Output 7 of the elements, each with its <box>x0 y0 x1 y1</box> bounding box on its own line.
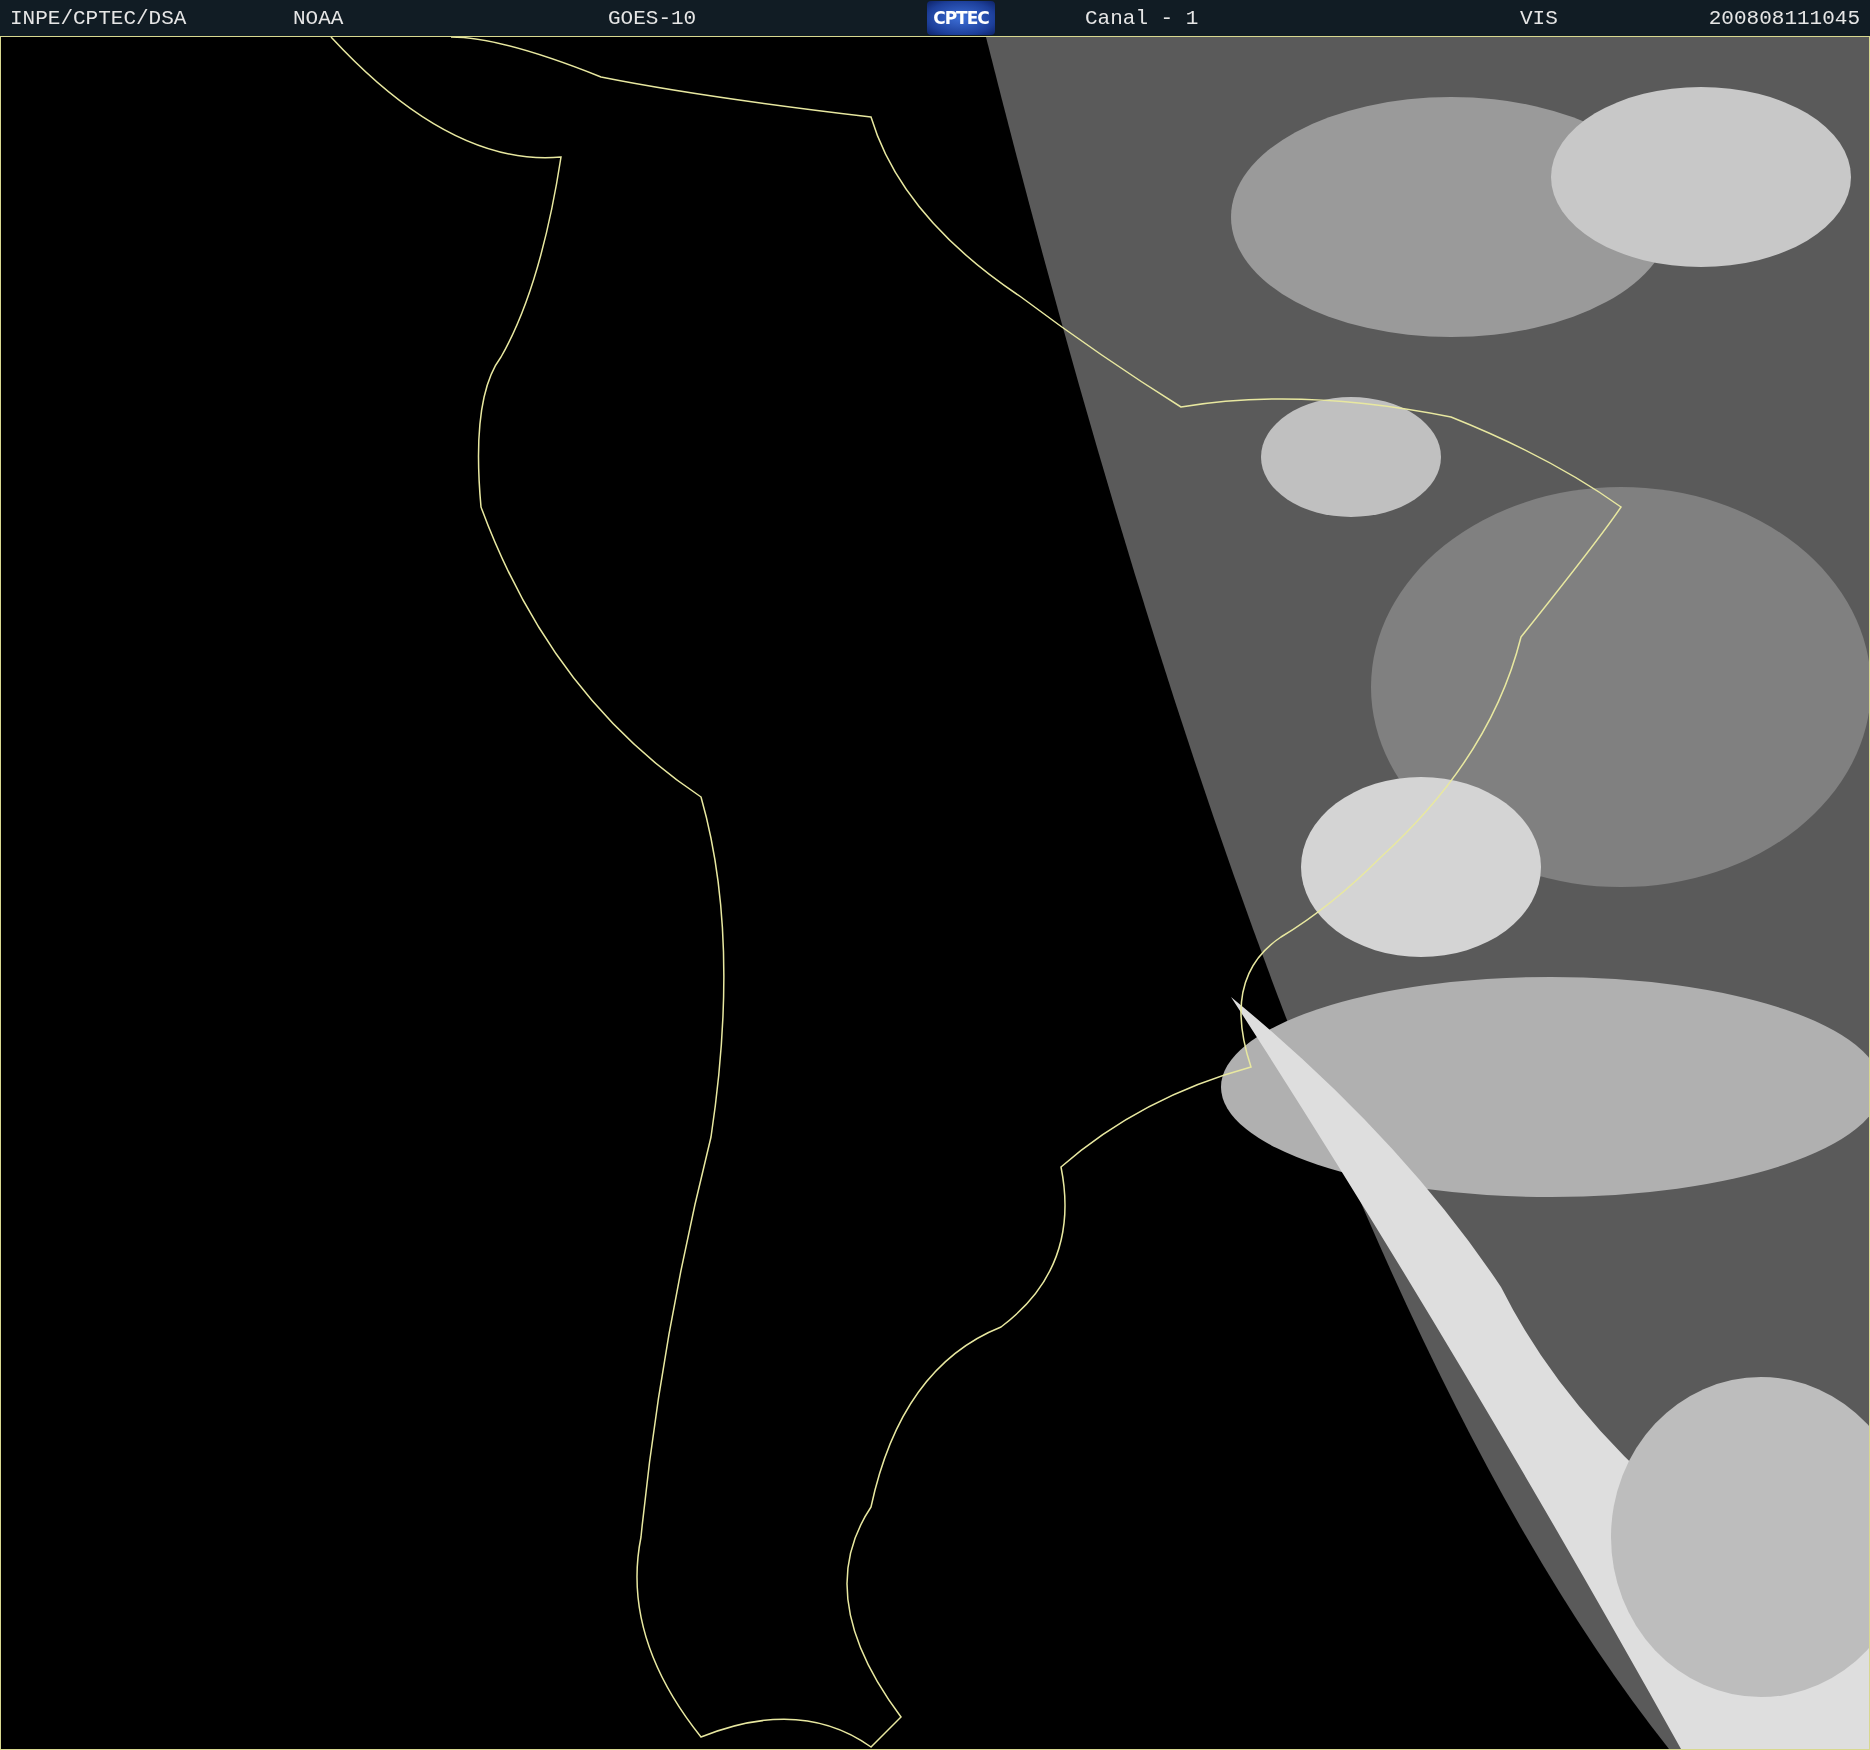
header-label: Canal - 1 <box>1084 6 1199 30</box>
header-label: VIS <box>1520 6 1558 30</box>
header-label: GOES-10 <box>608 6 697 30</box>
logo: CPTEC <box>927 1 995 35</box>
header-label: INPE/CPTEC/DSA <box>10 6 187 30</box>
timestamp-label: 200808111045 <box>1708 6 1861 30</box>
header-label: NOAA <box>293 6 344 30</box>
